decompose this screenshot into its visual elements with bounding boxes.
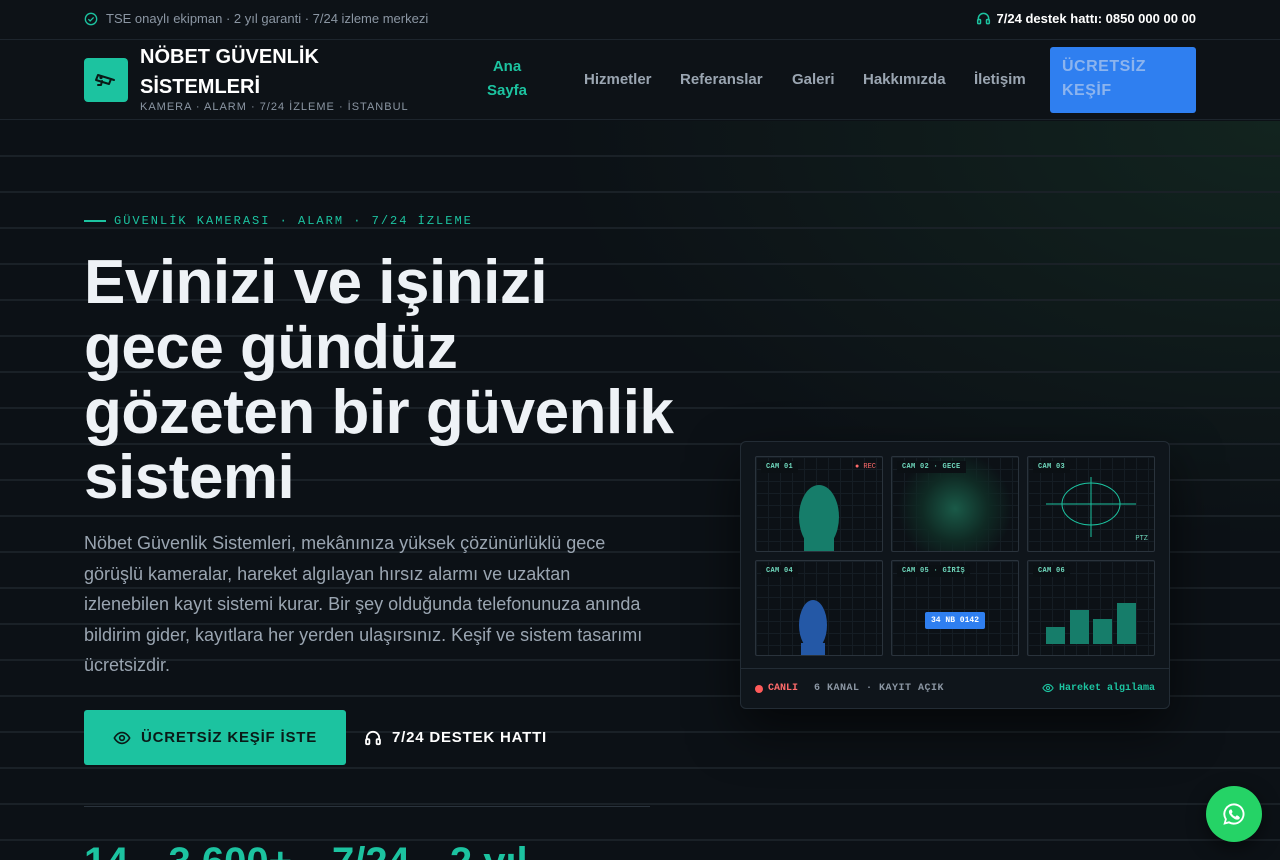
camera-feed-2[interactable]: CAM 02 · GECE [891, 456, 1019, 552]
nav-link-references[interactable]: Referanslar [680, 71, 763, 88]
channel-status: 6 KANAL · KAYIT AÇIK [814, 683, 945, 694]
support-hotline-label[interactable]: 7/24 DESTEK HATTI [392, 729, 547, 746]
hotline-link[interactable]: 7/24 destek hattı: 0850 000 00 00 [976, 11, 1196, 26]
panel-status-bar: CANLI 6 KANAL · KAYIT AÇIK Hareket algıl… [741, 668, 1169, 709]
camera-label: CAM 03 [1033, 461, 1071, 473]
hero-lead-text: Nöbet Güvenlik Sistemleri, mekânınıza yü… [84, 533, 643, 675]
camera-label: CAM 01 [761, 461, 799, 473]
live-dot [755, 684, 763, 693]
support-hotline-button[interactable]: 7/24 DESTEK HATTI [364, 710, 547, 765]
headset-icon [976, 12, 990, 25]
live-label: CANLI [768, 683, 799, 694]
brand-name[interactable]: NÖBET GÜVENLİK SİSTEMLERİ [140, 42, 400, 102]
logo[interactable] [84, 58, 128, 102]
main-navigation: NÖBET GÜVENLİK SİSTEMLERİ KAMERA · ALARM… [0, 40, 1280, 120]
ptz-badge: PTZ [1135, 535, 1148, 543]
nav-link-about[interactable]: Hakkımızda [863, 71, 946, 88]
camera-label: CAM 04 [761, 565, 799, 577]
eye-icon [113, 731, 131, 744]
hero-divider [84, 806, 650, 807]
nav-link-home[interactable]: Ana Sayfa [482, 55, 532, 103]
license-plate: 34 NB 0142 [925, 612, 985, 629]
stat-value: 7/24 [332, 840, 410, 860]
free-survey-nav-button[interactable]: ÜCRETSİZ KEŞİF [1050, 47, 1196, 113]
camera-feed-6[interactable]: CAM 06 [1027, 560, 1155, 656]
live-indicator: CANLI [755, 683, 798, 694]
eyebrow-text: GÜVENLİK KAMERASI · ALARM · 7/24 İZLEME [114, 214, 473, 228]
eyebrow-line [84, 220, 106, 222]
camera-feed-4[interactable]: CAM 04 [755, 560, 883, 656]
nav-link-gallery[interactable]: Galeri [792, 71, 835, 88]
top-info-text: TSE onaylı ekipman · 2 yıl garanti · 7/2… [106, 11, 429, 26]
request-free-survey-label[interactable]: ÜCRETSİZ KEŞİF İSTE [141, 729, 317, 746]
hero-eyebrow: GÜVENLİK KAMERASI · ALARM · 7/24 İZLEME [84, 214, 473, 228]
stat-value: 3.600+ [169, 840, 292, 860]
hero-headline: Evinizi ve işinizi gece gündüz gözeten b… [84, 248, 674, 512]
request-free-survey-button[interactable]: ÜCRETSİZ KEŞİF İSTE [84, 710, 346, 765]
headset-icon [365, 730, 381, 745]
nav-link-contact[interactable]: İletişim [974, 71, 1026, 88]
hero-stats: 14 3.600+ 7/24 2 yıl [84, 840, 528, 860]
check-circle-icon [84, 12, 98, 25]
hotline-text[interactable]: 7/24 destek hattı: 0850 000 00 00 [997, 11, 1196, 26]
camera-label: CAM 02 · GECE [897, 461, 966, 473]
camera-monitor-panel: CAM 01 ● REC CAM 02 · GECE CAM 03 PTZ CA… [740, 441, 1170, 709]
stat-value: 2 yıl [450, 840, 528, 860]
camera-label: CAM 06 [1033, 565, 1071, 577]
camera-label: CAM 05 · GİRİŞ [897, 565, 971, 577]
recording-badge: ● REC [854, 463, 876, 471]
eye-icon [1042, 683, 1054, 693]
nav-link-services[interactable]: Hizmetler [584, 71, 652, 88]
camera-feed-5[interactable]: CAM 05 · GİRİŞ 34 NB 0142 [891, 560, 1019, 656]
motion-label: Hareket algılama [1058, 682, 1155, 694]
camera-feed-3[interactable]: CAM 03 PTZ [1027, 456, 1155, 552]
motion-detection: Hareket algılama [1042, 682, 1155, 694]
top-info: TSE onaylı ekipman · 2 yıl garanti · 7/2… [84, 11, 428, 26]
brand-tagline: KAMERA · ALARM · 7/24 İZLEME · İSTANBUL [140, 101, 409, 113]
whatsapp-icon [1223, 803, 1245, 825]
top-info-bar: TSE onaylı ekipman · 2 yıl garanti · 7/2… [0, 0, 1280, 40]
stat-value: 14 [84, 840, 129, 860]
camera-feed-1[interactable]: CAM 01 ● REC [755, 456, 883, 552]
whatsapp-chat-button[interactable] [1206, 786, 1262, 842]
security-camera-icon [95, 74, 115, 86]
